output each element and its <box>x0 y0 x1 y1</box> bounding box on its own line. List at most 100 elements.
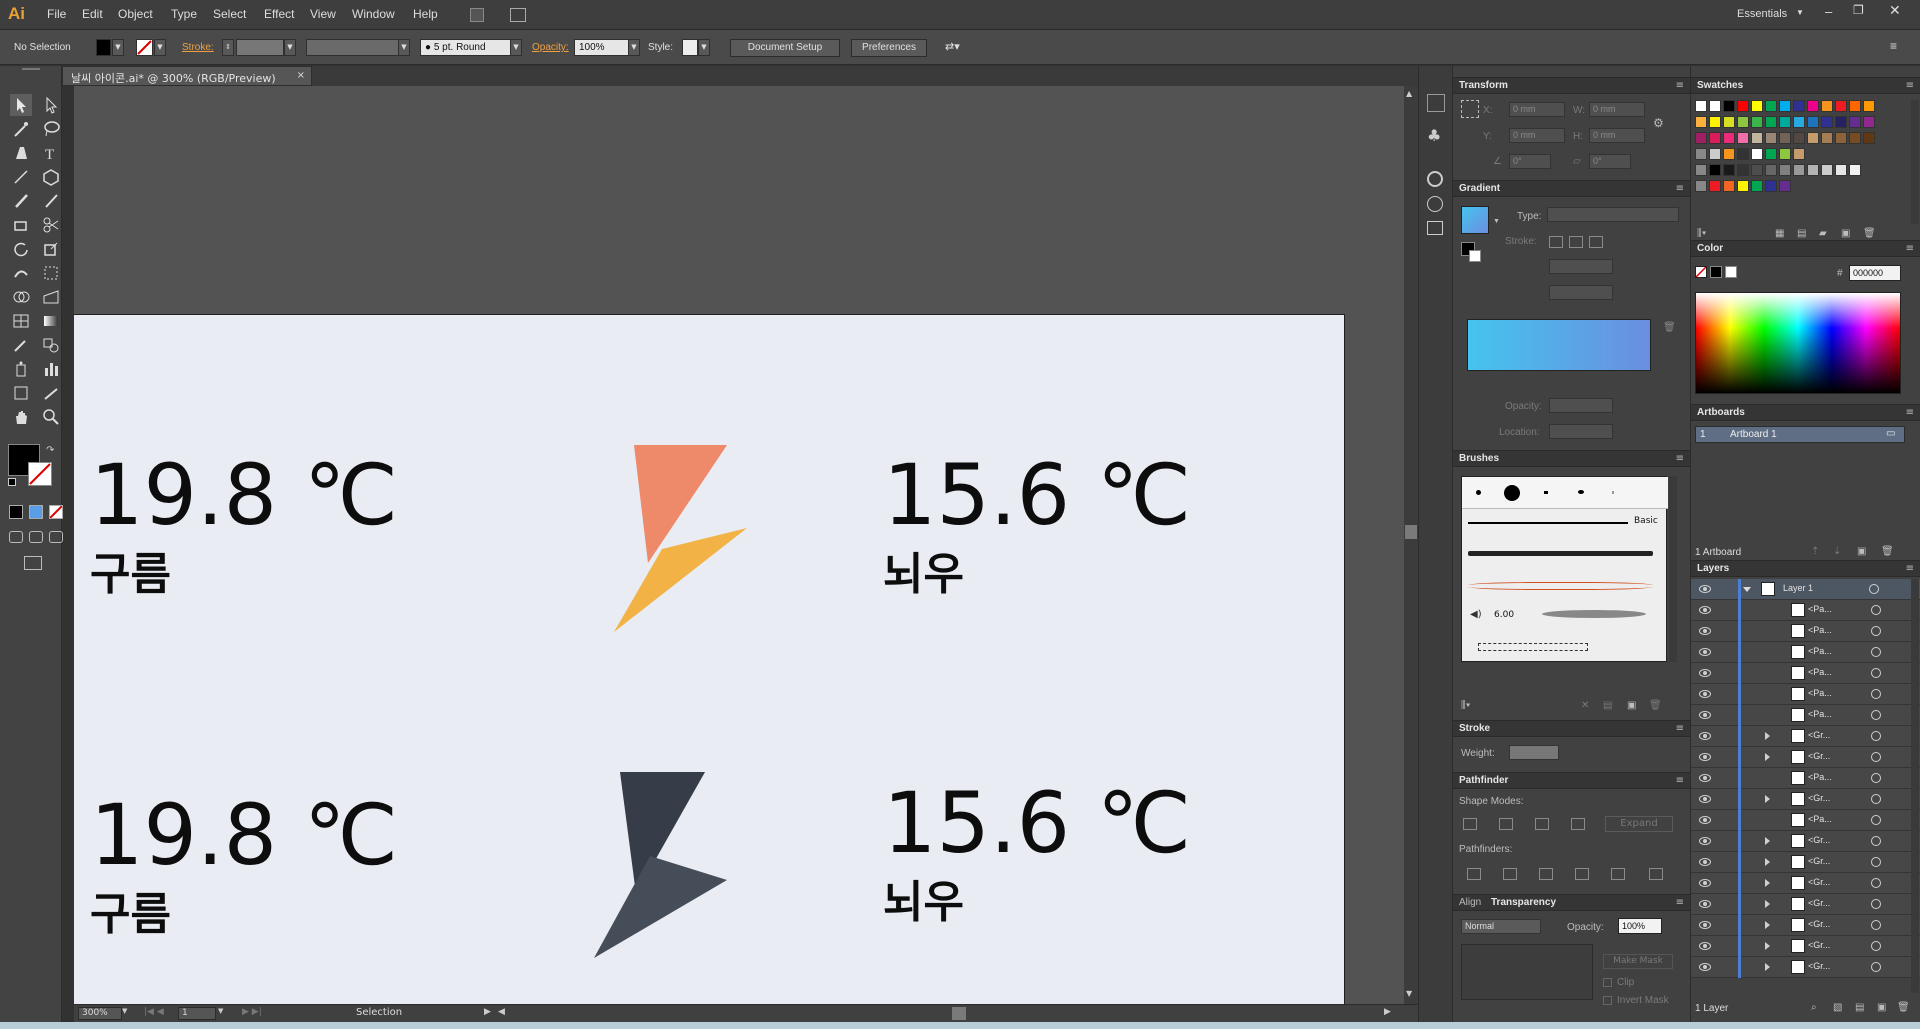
scroll-down-icon[interactable]: ▼ <box>1406 989 1412 998</box>
condition-label[interactable]: 뇌우 <box>883 881 964 925</box>
minimize-icon[interactable]: – <box>1825 4 1832 19</box>
menu-file[interactable]: File <box>47 7 66 21</box>
lightning-bolt-lower[interactable] <box>614 528 747 632</box>
color-group-folder-icon[interactable] <box>1695 164 1707 176</box>
new-artboard-icon[interactable]: ▣ <box>1857 546 1866 557</box>
color-swatch[interactable] <box>1765 100 1777 112</box>
gradient-slider-bar[interactable] <box>1467 319 1651 371</box>
expand-button[interactable]: Expand <box>1605 816 1673 832</box>
slice-tool-icon[interactable] <box>40 382 62 404</box>
magic-wand-tool-icon[interactable] <box>10 118 32 140</box>
new-color-group-icon[interactable]: ▰ <box>1819 228 1827 239</box>
delete-artboard-icon[interactable]: 🗑 <box>1881 546 1894 557</box>
color-swatch[interactable] <box>1807 100 1819 112</box>
new-brush-icon[interactable]: ▣ <box>1627 700 1636 711</box>
zoom-field[interactable]: 300% <box>78 1007 122 1020</box>
x-field[interactable]: 0 mm <box>1509 102 1565 117</box>
layer-row[interactable]: <Pa... <box>1691 810 1920 831</box>
status-menu-icon[interactable]: ▶ <box>484 1007 491 1017</box>
brush-library-list[interactable]: Basic ◀) 6.00 <box>1461 476 1668 662</box>
chevron-down-icon[interactable]: ▼ <box>1796 8 1804 17</box>
panel-menu-icon[interactable]: ≡ <box>1676 775 1684 786</box>
scroll-right-icon[interactable]: ▶ <box>1384 1007 1391 1017</box>
color-swatch[interactable] <box>1849 164 1861 176</box>
draw-inside-icon[interactable] <box>49 531 63 543</box>
artboards-panel-header[interactable]: Artboards ≡ <box>1691 404 1920 421</box>
temperature-label[interactable]: 19.8 ℃ <box>90 453 398 537</box>
close-icon[interactable]: ✕ <box>1889 2 1901 19</box>
free-transform-tool-icon[interactable] <box>40 262 62 284</box>
brush-tip[interactable] <box>1612 491 1614 494</box>
color-swatch[interactable] <box>1709 148 1721 160</box>
constrain-link-icon[interactable]: ⚙ <box>1653 116 1664 130</box>
color-swatch[interactable] <box>1863 100 1875 112</box>
unite-icon[interactable] <box>1463 818 1477 830</box>
panel-menu-icon[interactable]: ≡ <box>1676 723 1684 734</box>
workspace-switcher[interactable]: Essentials <box>1737 8 1787 20</box>
minus-front-icon[interactable] <box>1499 818 1513 830</box>
target-circle-icon[interactable] <box>1871 647 1881 657</box>
delete-swatch-icon[interactable]: 🗑 <box>1863 228 1876 239</box>
reference-point-icon[interactable] <box>1461 100 1479 118</box>
blob-brush-tool-icon[interactable] <box>10 214 32 236</box>
arrange-documents-icon[interactable] <box>510 8 526 22</box>
menu-select[interactable]: Select <box>213 7 246 21</box>
transparency-opacity-field[interactable]: 100% <box>1618 918 1662 934</box>
move-up-icon[interactable]: ⇡ <box>1811 546 1819 557</box>
black-color-icon[interactable] <box>1710 266 1722 278</box>
color-swatch[interactable] <box>1779 164 1791 176</box>
color-swatch[interactable] <box>1765 116 1777 128</box>
expand-triangle-icon[interactable] <box>1765 879 1770 887</box>
opacity-field[interactable]: 100% <box>574 39 630 56</box>
menu-view[interactable]: View <box>310 7 336 21</box>
rotate-tool-icon[interactable] <box>10 238 32 260</box>
color-swatch[interactable] <box>1807 164 1819 176</box>
expand-triangle-icon[interactable] <box>1765 921 1770 929</box>
target-circle-icon[interactable] <box>1871 710 1881 720</box>
make-mask-button[interactable]: Make Mask <box>1603 954 1673 969</box>
vertical-scrollbar[interactable]: ▲ ▼ <box>1404 86 1418 1004</box>
brush-dropdown[interactable]: ▼ <box>510 39 522 56</box>
delete-stop-icon[interactable]: 🗑 <box>1663 322 1676 333</box>
color-swatch[interactable] <box>1737 148 1749 160</box>
visibility-eye-icon[interactable] <box>1699 921 1711 929</box>
color-swatch[interactable] <box>1765 164 1777 176</box>
brush-options-icon[interactable]: ▤ <box>1603 700 1612 711</box>
white-color-icon[interactable] <box>1725 266 1737 278</box>
visibility-eye-icon[interactable] <box>1699 627 1711 635</box>
paintbrush-tool-icon[interactable] <box>10 190 32 212</box>
target-circle-icon[interactable] <box>1871 773 1881 783</box>
artboard-dropdown-icon[interactable]: ▼ <box>218 1007 223 1015</box>
color-swatch[interactable] <box>1835 116 1847 128</box>
layer-row[interactable]: <Pa... <box>1691 621 1920 642</box>
swap-colors-icon[interactable]: ↷ <box>46 445 54 456</box>
target-circle-icon[interactable] <box>1871 731 1881 741</box>
color-swatch[interactable] <box>1723 100 1735 112</box>
lasso-tool-icon[interactable] <box>40 118 62 140</box>
divide-icon[interactable] <box>1467 868 1481 880</box>
scale-tool-icon[interactable] <box>40 238 62 260</box>
exclude-icon[interactable] <box>1571 818 1585 830</box>
stroke-within-icon[interactable] <box>1549 236 1563 248</box>
none-mode-icon[interactable] <box>49 505 63 519</box>
move-down-icon[interactable]: ⇣ <box>1833 546 1841 557</box>
panel-menu-icon[interactable]: ≡ <box>1676 897 1684 908</box>
stroke-along-icon[interactable] <box>1569 236 1583 248</box>
stroke-weight-field[interactable] <box>1509 745 1559 760</box>
column-graph-tool-icon[interactable] <box>40 358 62 380</box>
layer-row[interactable]: <Pa... <box>1691 600 1920 621</box>
expand-triangle-icon[interactable] <box>1765 753 1770 761</box>
bristle-brush-stroke[interactable] <box>1542 610 1646 618</box>
target-circle-icon[interactable] <box>1871 794 1881 804</box>
new-layer-icon[interactable]: ▣ <box>1877 1002 1886 1013</box>
color-swatch[interactable] <box>1863 132 1875 144</box>
delete-brush-icon[interactable]: 🗑 <box>1649 700 1662 711</box>
blend-mode-select[interactable]: Normal <box>1461 919 1541 934</box>
visibility-eye-icon[interactable] <box>1699 711 1711 719</box>
menu-window[interactable]: Window <box>352 7 395 21</box>
screen-mode-icon[interactable] <box>24 556 42 570</box>
brush-tip[interactable] <box>1504 485 1520 501</box>
gradient-angle-field[interactable] <box>1549 259 1613 274</box>
target-circle-icon[interactable] <box>1871 857 1881 867</box>
brush-tip[interactable] <box>1578 490 1584 494</box>
